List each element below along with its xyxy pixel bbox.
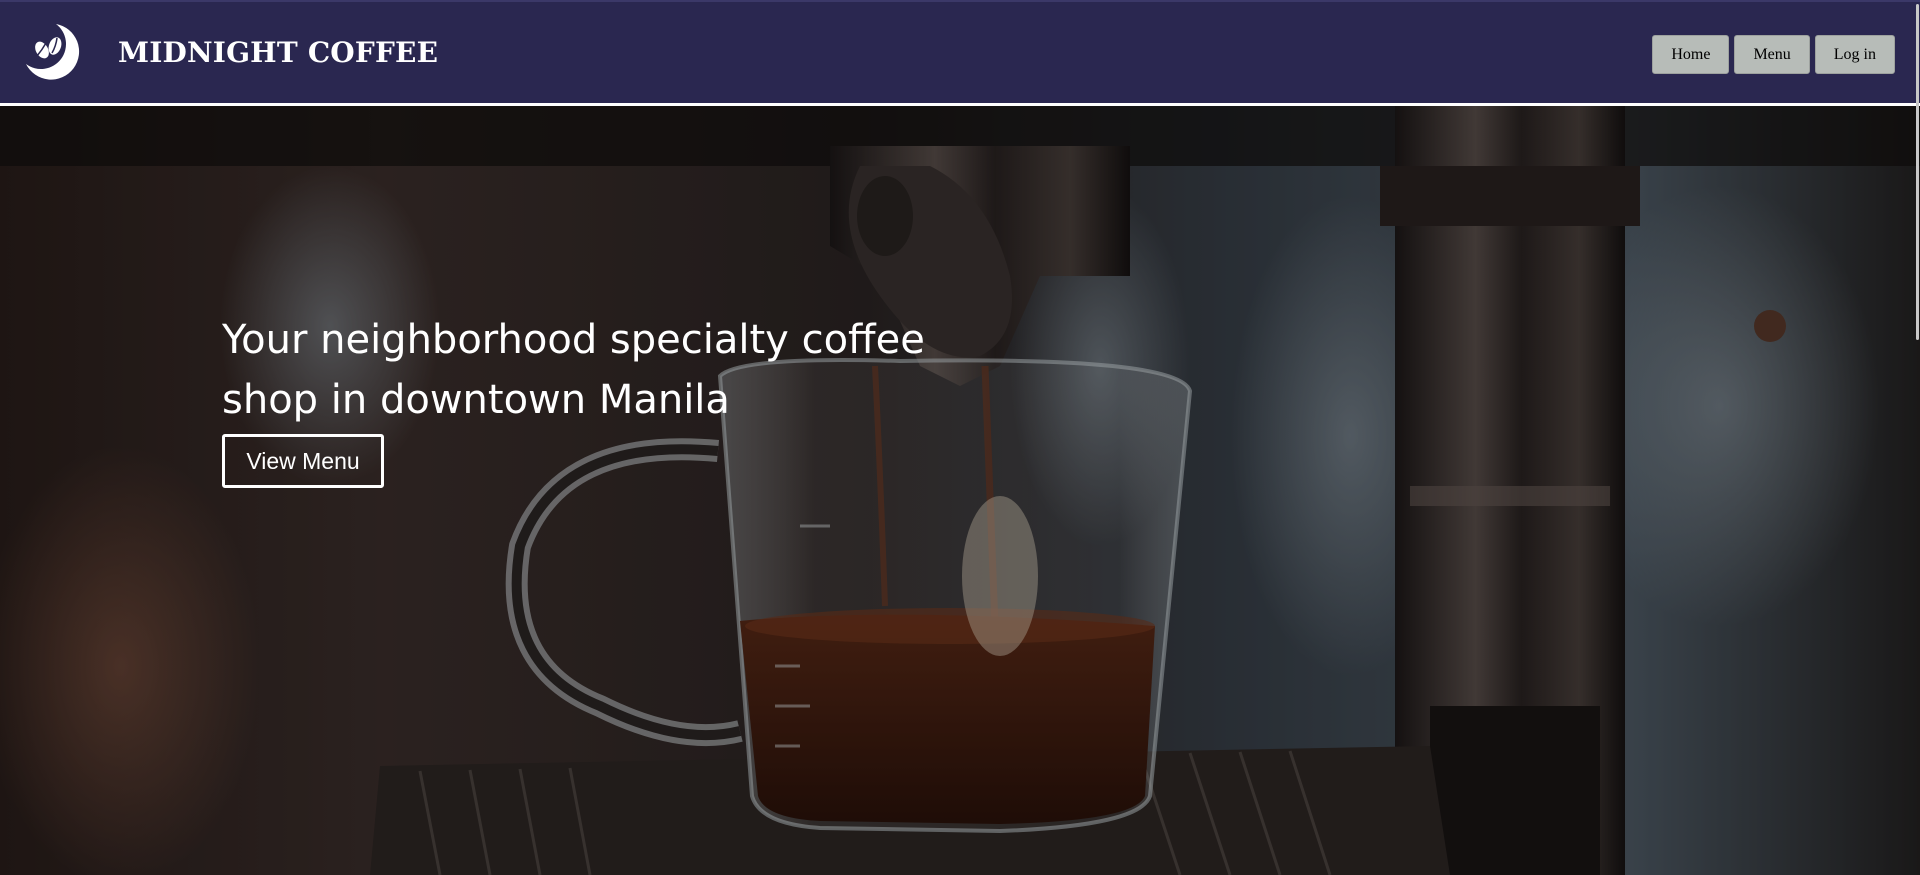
navbar: MIDNIGHT COFFEE Home Menu Log in xyxy=(0,0,1920,106)
home-button[interactable]: Home xyxy=(1652,35,1730,74)
scrollbar-thumb[interactable] xyxy=(1916,4,1919,340)
page-scrollbar[interactable] xyxy=(1914,0,1920,875)
menu-button[interactable]: Menu xyxy=(1734,35,1810,74)
view-menu-button[interactable]: View Menu xyxy=(222,434,384,488)
login-button[interactable]: Log in xyxy=(1814,35,1895,74)
moon-coffee-bean-icon[interactable] xyxy=(20,20,80,84)
brand-name[interactable]: MIDNIGHT COFFEE xyxy=(118,36,438,69)
hero-heading: Your neighborhood specialty coffee shop … xyxy=(222,317,925,423)
hero-overlay xyxy=(0,106,1920,875)
hero-section: Your neighborhood specialty coffee shop … xyxy=(0,106,1920,875)
nav-menu: Home Menu Log in xyxy=(1652,35,1895,74)
